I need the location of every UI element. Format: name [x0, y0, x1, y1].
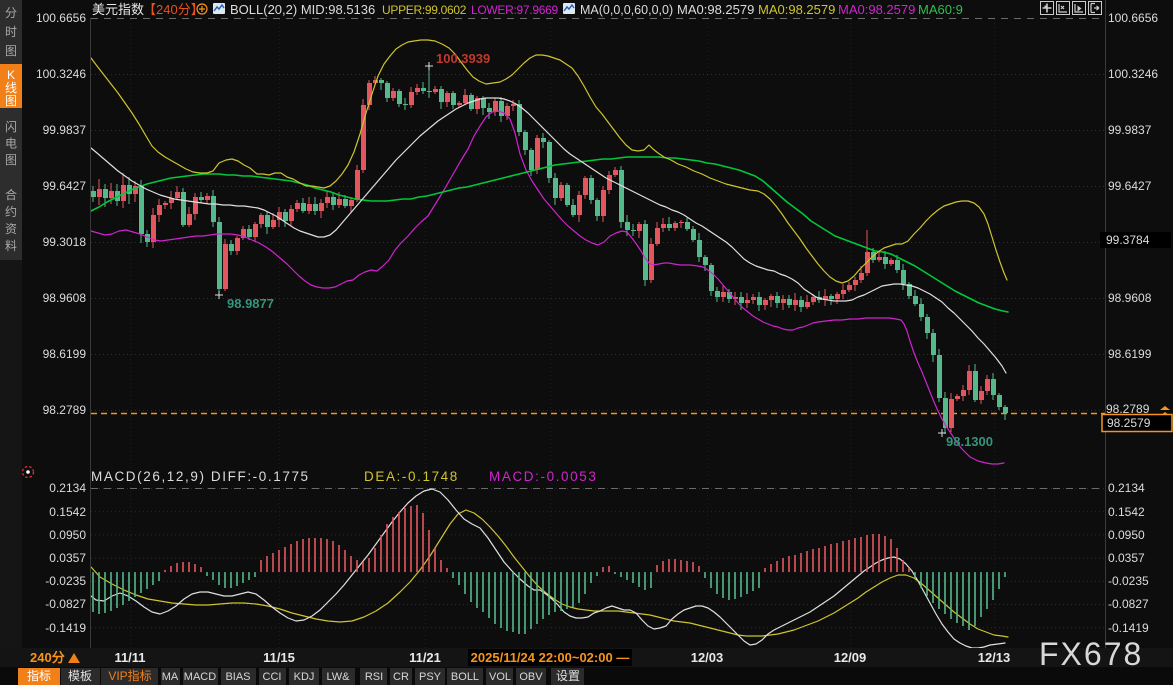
svg-text:合: 合: [5, 187, 17, 202]
svg-text:98.9608: 98.9608: [43, 291, 87, 305]
svg-text:LW&: LW&: [326, 671, 350, 683]
svg-text:99.9837: 99.9837: [1108, 123, 1152, 137]
svg-text:DEA:-0.1748: DEA:-0.1748: [364, 469, 459, 484]
svg-text:BIAS: BIAS: [225, 671, 250, 683]
svg-text:100.6656: 100.6656: [1108, 11, 1158, 25]
svg-text:0.2134: 0.2134: [1108, 481, 1145, 495]
svg-text:图: 图: [5, 44, 17, 58]
svg-text:PSY: PSY: [419, 671, 442, 683]
svg-text:0.1542: 0.1542: [49, 505, 86, 519]
svg-text:MACD(26,12,9) DIFF:-0.1775: MACD(26,12,9) DIFF:-0.1775: [91, 469, 310, 484]
svg-text:MA60:9: MA60:9: [918, 2, 963, 17]
svg-text:0.0950: 0.0950: [49, 528, 86, 542]
svg-text:12/09: 12/09: [834, 650, 867, 665]
svg-text:时: 时: [5, 25, 17, 39]
svg-text:OBV: OBV: [519, 671, 543, 683]
svg-text:2025/11/24 22:00~02:00 —: 2025/11/24 22:00~02:00 —: [471, 650, 630, 665]
svg-text:闪: 闪: [5, 120, 17, 134]
svg-text:-0.0827: -0.0827: [45, 597, 86, 611]
svg-text:MA: MA: [162, 671, 179, 683]
svg-text:98.6199: 98.6199: [43, 347, 87, 361]
svg-text:FX678: FX678: [1039, 636, 1143, 672]
svg-text:RSI: RSI: [365, 671, 383, 683]
svg-text:100.6656: 100.6656: [36, 11, 86, 25]
svg-text:MACD:-0.0053: MACD:-0.0053: [489, 469, 598, 484]
svg-text:料: 料: [5, 239, 17, 253]
svg-text:CR: CR: [393, 671, 409, 683]
svg-text:MA0:98.2579: MA0:98.2579: [677, 2, 754, 17]
svg-text:98.1300: 98.1300: [946, 434, 993, 449]
svg-text:-0.0235: -0.0235: [1108, 574, 1149, 588]
svg-text:12/13: 12/13: [978, 650, 1011, 665]
svg-text:98.9877: 98.9877: [227, 296, 274, 311]
svg-text:MA(0,0,0,60,0,0): MA(0,0,0,60,0,0): [580, 3, 673, 17]
svg-text:0.1542: 0.1542: [1108, 505, 1145, 519]
svg-text:美元指数: 美元指数: [92, 2, 144, 17]
svg-text:电: 电: [5, 137, 17, 151]
svg-text:指标: 指标: [27, 668, 51, 683]
svg-text:0.2134: 0.2134: [49, 481, 86, 495]
svg-text:99.6427: 99.6427: [1108, 179, 1152, 193]
svg-text:LOWER:97.9669: LOWER:97.9669: [471, 3, 558, 17]
svg-text:0.0357: 0.0357: [1108, 551, 1145, 565]
svg-text:-0.1419: -0.1419: [45, 621, 86, 635]
svg-text:CCI: CCI: [263, 671, 282, 683]
svg-text:11/11: 11/11: [114, 650, 145, 665]
svg-text:99.9837: 99.9837: [43, 123, 87, 137]
svg-text:线: 线: [5, 81, 17, 95]
svg-text:99.3018: 99.3018: [43, 235, 87, 249]
svg-text:约: 约: [5, 204, 17, 219]
svg-text:99.6427: 99.6427: [43, 179, 87, 193]
svg-text:-0.0827: -0.0827: [1108, 597, 1149, 611]
svg-text:模板: 模板: [68, 669, 92, 683]
svg-text:K: K: [7, 68, 15, 82]
svg-text:0.0357: 0.0357: [49, 551, 86, 565]
svg-text:-0.1419: -0.1419: [1108, 621, 1149, 635]
svg-text:MACD: MACD: [184, 671, 216, 683]
svg-text:100.3246: 100.3246: [36, 67, 86, 81]
svg-text:图: 图: [5, 94, 17, 108]
svg-text:98.2579: 98.2579: [1107, 416, 1151, 430]
svg-text:-0.0235: -0.0235: [45, 574, 86, 588]
svg-text:MA0:98.2579: MA0:98.2579: [838, 2, 915, 17]
svg-text:98.2789: 98.2789: [43, 403, 87, 417]
svg-text:0.0950: 0.0950: [1108, 528, 1145, 542]
svg-text:资: 资: [5, 222, 17, 236]
svg-text:VIP指标: VIP指标: [108, 668, 151, 683]
svg-text:98.9608: 98.9608: [1108, 291, 1152, 305]
svg-text:VOL: VOL: [489, 671, 511, 683]
svg-text:12/03: 12/03: [691, 650, 724, 665]
svg-text:99.3784: 99.3784: [1106, 233, 1150, 247]
svg-text:UPPER:99.0602: UPPER:99.0602: [382, 3, 467, 17]
svg-text:【240分】: 【240分】: [143, 2, 204, 17]
svg-text:MA0:98.2579: MA0:98.2579: [758, 2, 835, 17]
svg-text:98.6199: 98.6199: [1108, 347, 1152, 361]
svg-text:11/21: 11/21: [409, 650, 441, 665]
svg-text:100.3939: 100.3939: [436, 51, 490, 66]
svg-text:分: 分: [5, 6, 17, 20]
svg-text:11/15: 11/15: [263, 650, 295, 665]
svg-text:BOLL(20,2) MID:98.5136: BOLL(20,2) MID:98.5136: [230, 2, 375, 17]
svg-text:BOLL: BOLL: [451, 671, 479, 683]
svg-text:100.3246: 100.3246: [1108, 67, 1158, 81]
svg-text:设置: 设置: [556, 669, 580, 683]
svg-text:240分: 240分: [30, 650, 65, 665]
svg-text:KDJ: KDJ: [294, 671, 315, 683]
svg-text:图: 图: [5, 153, 17, 167]
